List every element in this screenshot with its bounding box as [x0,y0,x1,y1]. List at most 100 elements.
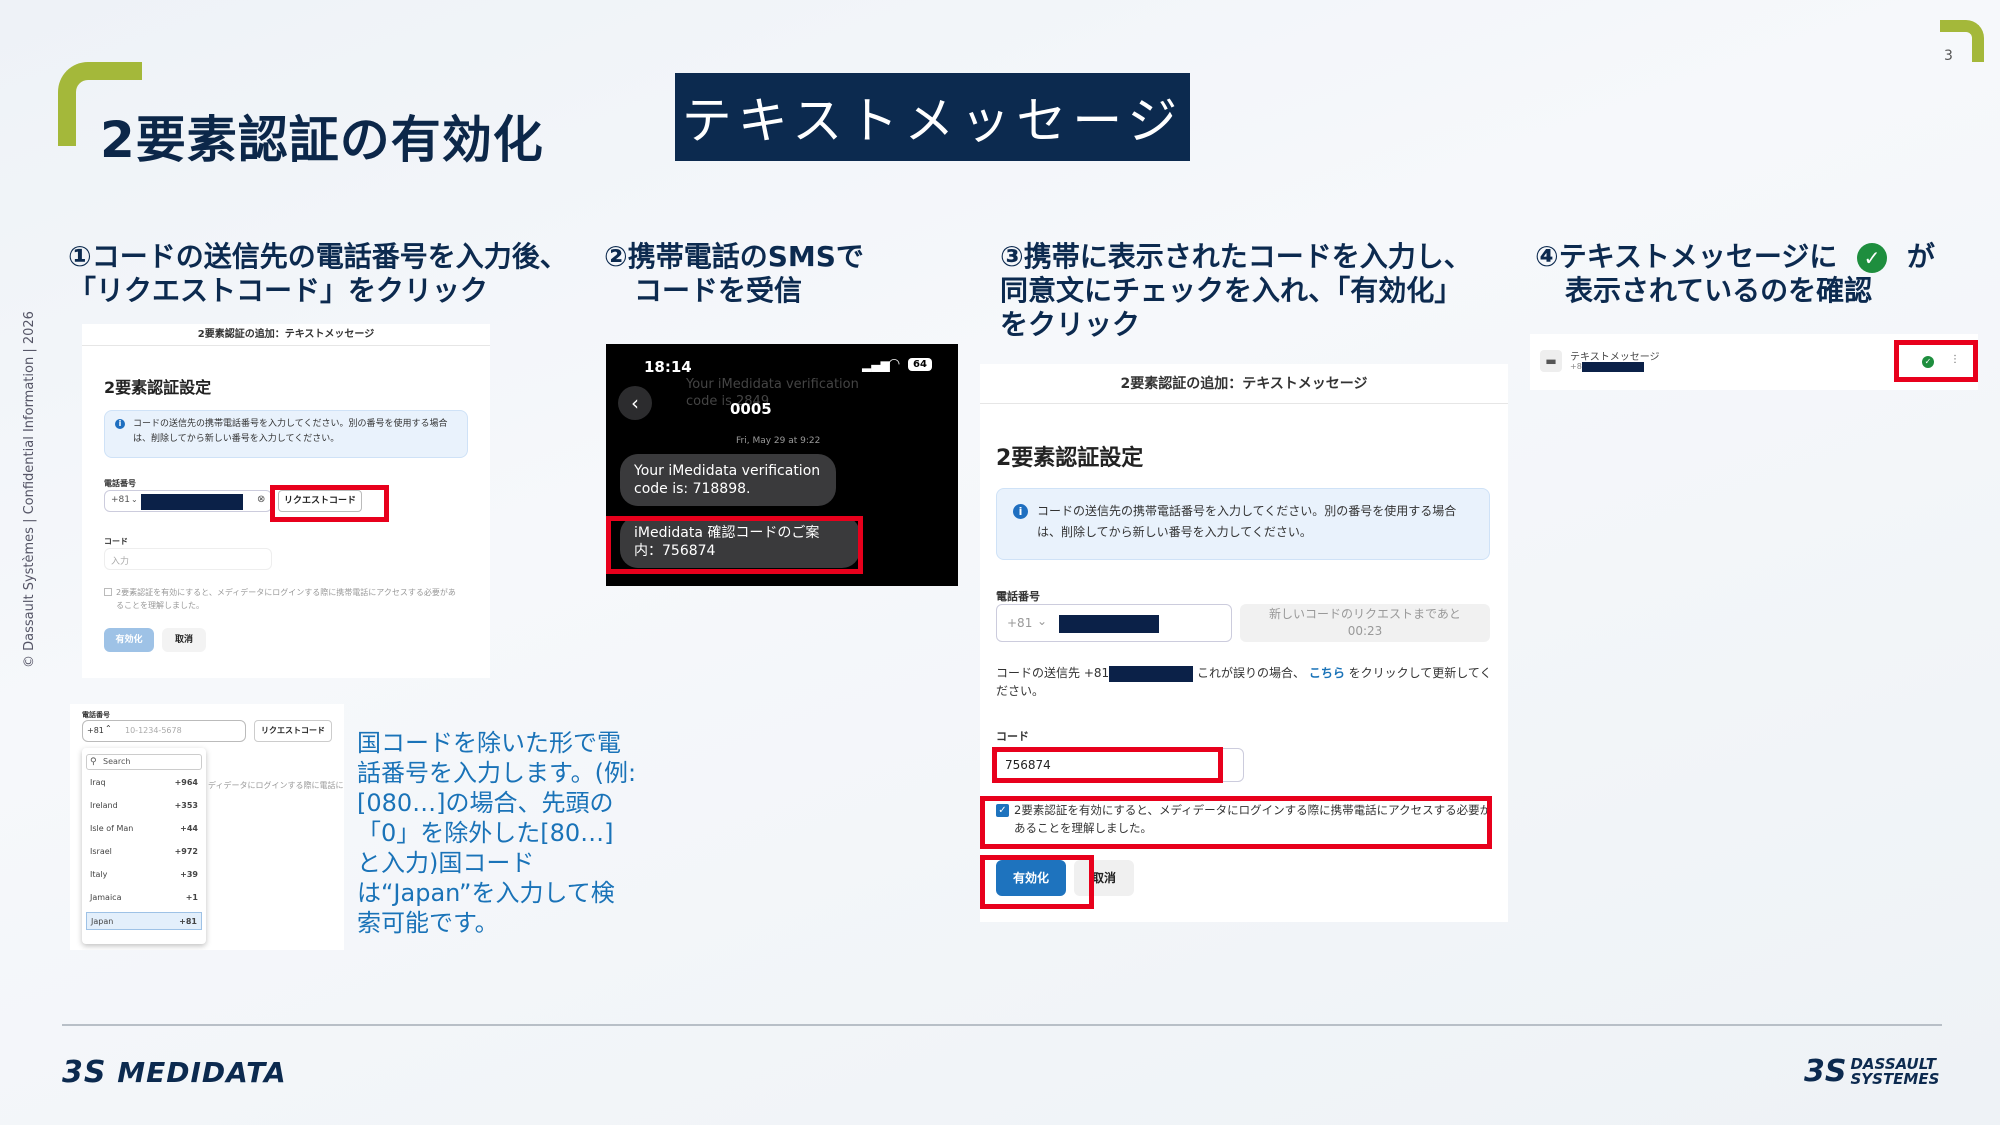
highlight-consent [980,796,1492,849]
panel1-info-box: i コードの送信先の携帯電話番号を入力してください。別の番号を使用する場合は、削… [104,410,468,458]
check-circle-icon: ✓ [1857,243,1888,273]
step3-line3: をクリック [1000,308,1141,341]
panel3-countdown-button[interactable]: 新しいコードのリクエストまであと 00:23 [1240,604,1490,642]
dropdown-phone-placeholder: 10-1234-5678 [125,726,182,735]
panel1-phone-input[interactable]: +81 ⌄ ⊗ [104,490,272,512]
medidata-logo-text: MEDIDATA [117,1056,287,1089]
country-dial-code: +353 [174,801,198,810]
dropdown-phone-label: 電話番号 [82,711,110,719]
phone-sender: 0005 [730,400,772,418]
country-item[interactable]: Iraq +964 [86,774,202,792]
info-icon: i [1013,504,1028,519]
country-dropdown-panel: 電話番号 +81 ⌃ 10-1234-5678 リクエストコード ディデータにロ… [70,704,344,950]
panel1-consent-text: 2要素認証を有効にすると、メディデータにログインする際に携帯電話にアクセスする必… [116,588,456,610]
chevron-down-icon: ⌄ [1037,614,1048,628]
country-search-placeholder: Search [103,757,131,766]
panel1-code-placeholder: 入力 [111,557,130,567]
page-title: 2要素認証の有効化 [100,111,544,169]
country-search-input[interactable]: ⚲ Search [86,754,202,770]
dassault-line2: SYSTEMES [1850,1069,1940,1088]
country-dial-code: +972 [174,847,198,856]
sent-mid: これが誤りの場合、 [1196,666,1305,680]
country-list: ⚲ Search Iraq +964 Ireland +353 Isle of Man +… [82,748,206,944]
step4-title: ④テキストメッセージに ✓ が 表示されているのを確認 [1535,240,1935,308]
masked-phone-number [1059,615,1159,633]
copyright-text: © Dassault Systèmes | Confidential Infor… [22,311,37,668]
masked-phone-number [1582,362,1644,372]
country-name: Israel [90,847,112,856]
phone-date: Fri, May 29 at 9:22 [736,436,821,446]
panel3-info-text: コードの送信先の携帯電話番号を入力してください。別の番号を使用する場合は、削除し… [1037,504,1457,539]
highlight-request-code [270,485,389,522]
country-item[interactable]: Israel +972 [86,843,202,861]
country-name: Iraq [90,778,106,787]
panel1-heading: 2要素認証設定 [104,378,212,397]
dassault-logo-text: DASSAULT SYSTEMES [1850,1056,1940,1088]
sent-prefix: コードの送信先 +81 [996,666,1110,680]
medidata-logo: 3S MEDIDATA [62,1055,287,1090]
step4-line2: 表示されているのを確認 [1565,274,1873,307]
panel1-header: 2要素認証の追加：テキストメッセージ [82,324,490,346]
dropdown-background-text: ディデータにログインする際に電話に [208,781,344,790]
masked-phone-number [1109,665,1194,682]
step1-title: ①コードの送信先の電話番号を入力後、 「リクエストコード」をクリック [68,240,568,308]
dropdown-request-code-button[interactable]: リクエストコード [254,720,332,742]
panel1-phone-label: 電話番号 [104,479,136,488]
battery-icon: 64 [908,358,932,371]
panel1-info-text: コードの送信先の携帯電話番号を入力してください。別の番号を使用する場合は、削除し… [133,419,448,444]
step4-line1a: ④テキストメッセージに [1535,240,1838,273]
country-name: Italy [90,870,108,879]
country-dial-code: +81 [179,917,197,926]
country-item[interactable]: Japan +81 [86,912,202,930]
panel1-consent-checkbox[interactable] [104,588,112,596]
search-icon: ⚲ [90,757,97,767]
dropdown-country-code: +81 [87,726,104,735]
country-item[interactable]: Italy +39 [86,866,202,884]
country-name: Isle of Man [90,824,134,833]
dropdown-phone-input[interactable]: +81 ⌃ 10-1234-5678 [82,720,246,742]
country-item[interactable]: Jamaica +1 [86,889,202,907]
country-dial-code: +1 [185,893,198,902]
step2-line1: ②携帯電話のSMSで [604,240,864,273]
info-icon: i [115,419,125,429]
ds-logo-icon: 3S [1804,1054,1847,1089]
update-number-link[interactable]: こちら [1309,666,1345,680]
countdown-line1: 新しいコードのリクエストまであと [1269,607,1461,621]
panel1-code-label: コード [104,537,128,546]
country-dial-code: +44 [180,824,198,833]
step3-title: ③携帯に表示されたコードを入力し、 同意文にチェックを入れ、「有効化」 をクリッ… [1000,240,1472,342]
highlight-enable-button [980,855,1094,909]
highlight-verified-check [1894,340,1978,382]
panel3-phone-label: 電話番号 [996,590,1040,603]
country-name: Japan [91,917,114,926]
step3-line1: ③携帯に表示されたコードを入力し、 [1000,240,1472,273]
step2-line2: コードを受信 [634,274,803,307]
step4-line1b: が [1906,240,1935,273]
phone-time: 18:14 [644,358,692,376]
country-name: Ireland [90,801,118,810]
footer-divider [62,1024,1942,1026]
instruction-note: 国コードを除いた形で電話番号を入力します。(例: [080…]の場合、先頭の「0… [357,729,637,937]
panel3-info-box: i コードの送信先の携帯電話番号を入力してください。別の番号を使用する場合は、削… [996,488,1490,560]
sms-message-1: Your iMedidata verification code is: 718… [620,454,836,506]
masked-phone-number [141,494,243,510]
step1-line1: ①コードの送信先の電話番号を入力後、 [68,240,568,273]
ds-logo-icon: 3S [62,1055,107,1090]
country-item[interactable]: Ireland +353 [86,797,202,815]
panel1-country-code: +81 [111,495,130,505]
clear-icon[interactable]: ⊗ [257,494,265,505]
page-number: 3 [1944,48,1953,64]
banner-text-message: テキストメッセージ [675,73,1190,161]
highlight-sms-code [606,516,863,574]
dassault-logo: 3S DASSAULT SYSTEMES [1804,1054,1939,1089]
country-name: Jamaica [90,893,122,902]
panel3-phone-input[interactable]: +81 ⌄ [996,604,1232,642]
chevron-down-icon: ⌄ [131,495,138,504]
back-chevron-icon[interactable]: ‹ [618,386,652,420]
step1-line2: 「リクエストコード」をクリック [68,274,489,307]
country-dial-code: +964 [174,778,198,787]
panel1-cancel-button[interactable]: 取消 [162,628,206,652]
country-item[interactable]: Isle of Man +44 [86,820,202,838]
panel1-enable-button[interactable]: 有効化 [104,628,154,652]
panel1-code-input[interactable]: 入力 [104,548,272,570]
